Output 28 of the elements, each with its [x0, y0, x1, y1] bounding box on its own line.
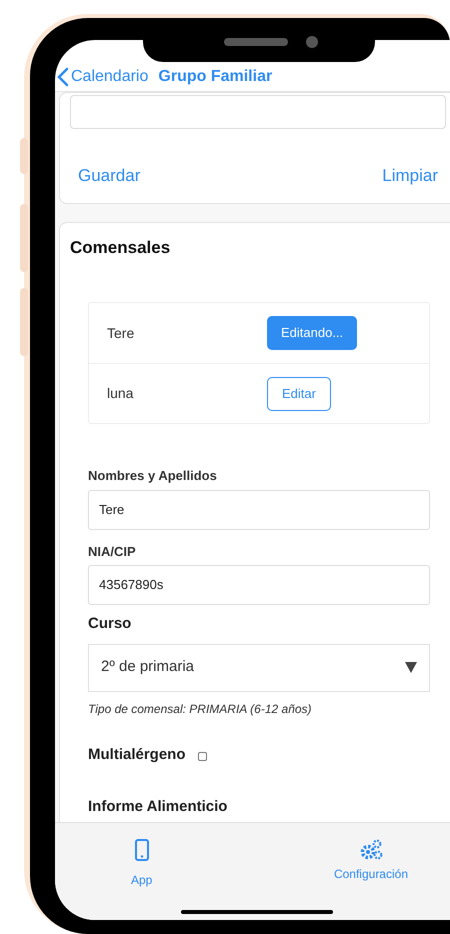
course-select[interactable]: 2º de primaria [88, 644, 430, 692]
edit-button[interactable]: Editar [267, 376, 331, 410]
dropdown-triangle-icon [405, 662, 417, 673]
phone-icon [134, 839, 149, 861]
field-label: Curso [88, 614, 132, 634]
field-label: NIA/CIP [88, 542, 137, 560]
tab-button[interactable]: Configuración [334, 839, 408, 920]
section-title: Comensales [70, 236, 172, 258]
back-button[interactable]: Calendario [57, 65, 148, 89]
comensal-name: luna [107, 384, 134, 403]
gears-icon [358, 839, 383, 861]
text-button[interactable]: Limpiar [382, 163, 438, 188]
meal-type-note: Tipo de comensal: PRIMARIA (6-12 años) [88, 700, 313, 718]
field-label: Nombres y Apellidos [88, 467, 218, 485]
input-field[interactable]: 43567890s [88, 565, 430, 605]
speaker-grille [224, 38, 288, 46]
input-field[interactable] [70, 95, 446, 129]
text-button[interactable]: Guardar [78, 163, 140, 188]
checkbox-label: Multialérgeno [88, 744, 186, 764]
tab-button[interactable]: App [131, 839, 152, 920]
nav-title: Grupo Familiar [158, 67, 272, 87]
checkbox[interactable] [198, 752, 207, 762]
edit-button[interactable]: Editando... [267, 316, 358, 350]
select-value: 2º de primaria [101, 657, 194, 678]
section-title: Informe Alimenticio [88, 797, 228, 817]
back-chevron-icon [57, 67, 69, 87]
input-field[interactable]: Tere [88, 490, 430, 530]
comensal-name: Tere [107, 324, 136, 342]
